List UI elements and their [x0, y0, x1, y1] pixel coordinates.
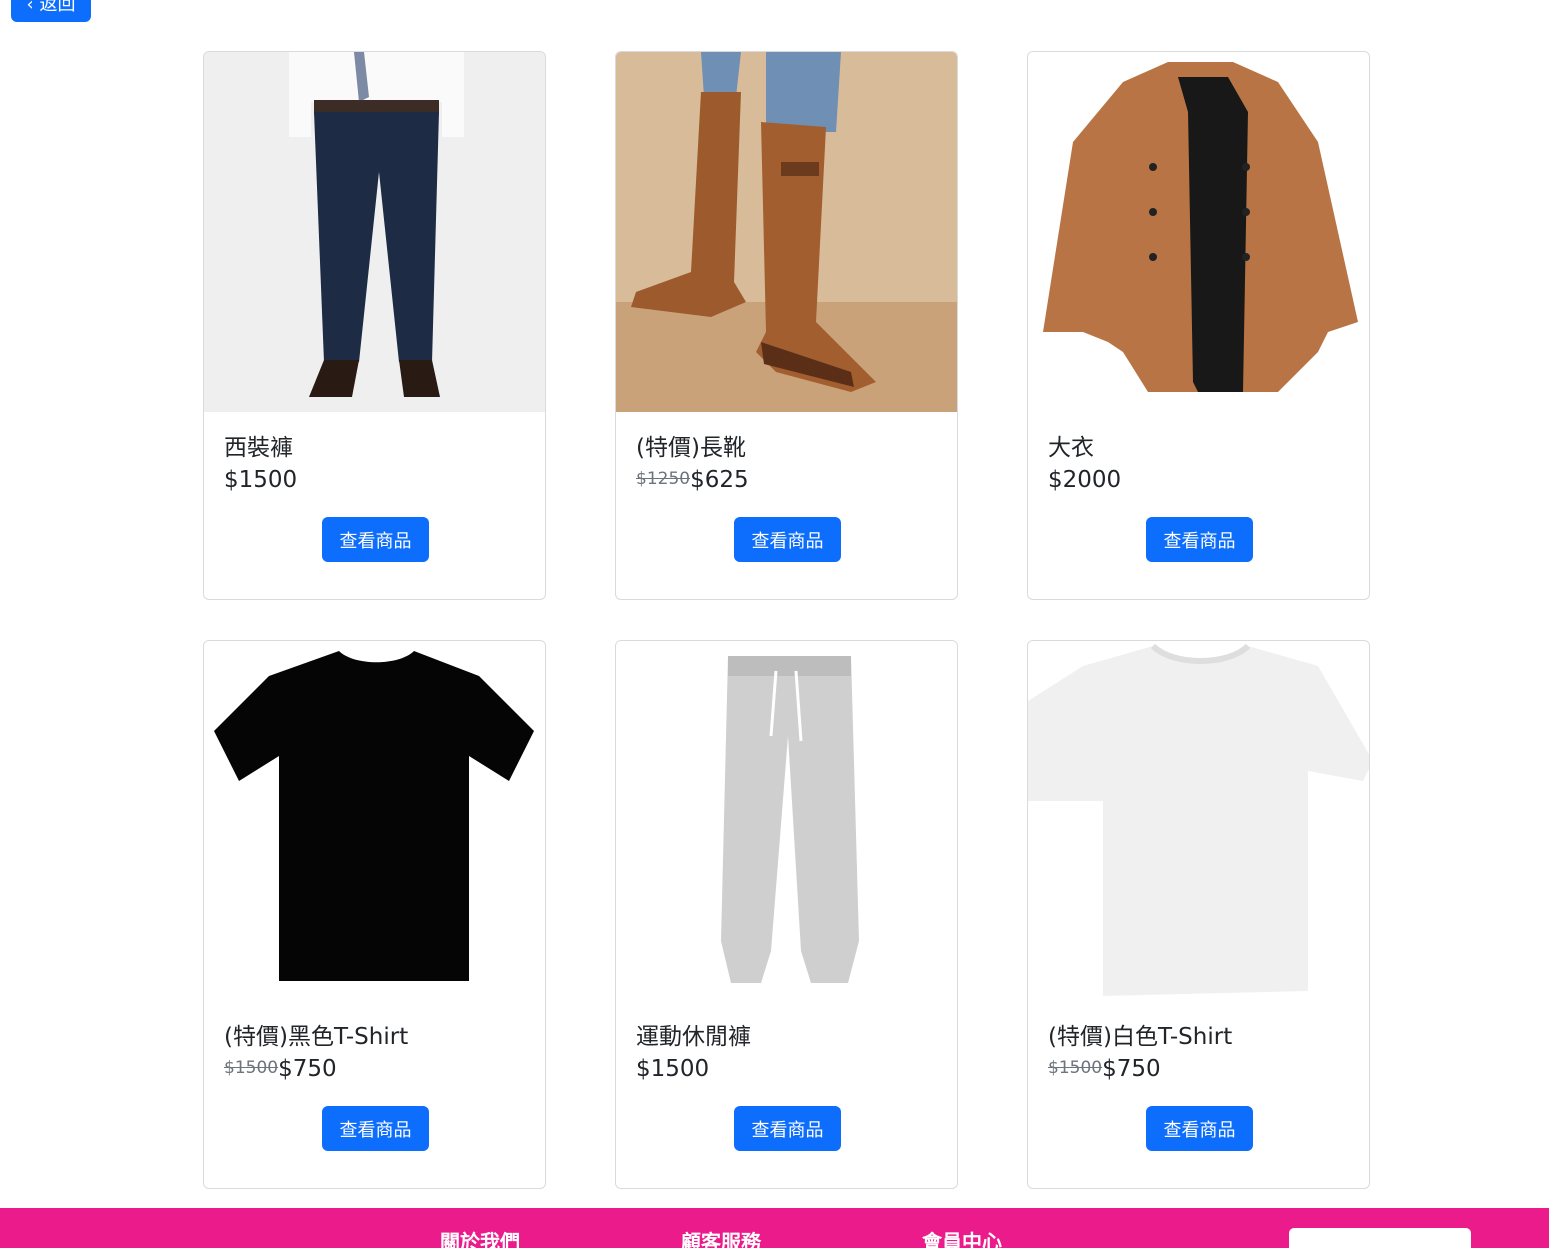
- original-price: $1500: [1048, 1058, 1103, 1078]
- product-price-line: $1500: [224, 467, 297, 493]
- original-price: $1500: [224, 1058, 279, 1078]
- product-card: 西裝褲 $1500 查看商品: [203, 51, 546, 600]
- footer-link-service[interactable]: 顧客服務: [681, 1226, 761, 1255]
- product-title: 運動休閒褲: [636, 1024, 751, 1050]
- product-price: $1500: [224, 467, 298, 493]
- product-image[interactable]: [1028, 641, 1369, 1001]
- view-product-button[interactable]: 查看商品: [322, 517, 429, 562]
- product-price: $750: [1102, 1056, 1161, 1082]
- product-title: 大衣: [1048, 435, 1094, 461]
- footer: 關於我們 顧客服務 會員中心: [0, 1208, 1549, 1258]
- product-title: 西裝褲: [224, 435, 293, 461]
- view-product-button[interactable]: 查看商品: [734, 1106, 841, 1151]
- product-price: $2000: [1048, 467, 1122, 493]
- footer-search-box[interactable]: [1289, 1228, 1471, 1258]
- product-card: 運動休閒褲 $1500 查看商品: [615, 640, 958, 1189]
- product-price-line: $2000: [1048, 467, 1121, 493]
- product-image[interactable]: [204, 52, 545, 412]
- product-price-line: $1500$750: [224, 1056, 337, 1082]
- product-card: (特價)白色T-Shirt $1500$750 查看商品: [1027, 640, 1370, 1189]
- product-card: (特價)長靴 $1250$625 查看商品: [615, 51, 958, 600]
- view-product-button[interactable]: 查看商品: [1146, 1106, 1253, 1151]
- product-card: (特價)黑色T-Shirt $1500$750 查看商品: [203, 640, 546, 1189]
- product-title: (特價)白色T-Shirt: [1048, 1024, 1233, 1050]
- view-product-button[interactable]: 查看商品: [322, 1106, 429, 1151]
- product-title: (特價)長靴: [636, 435, 746, 461]
- original-price: $1250: [636, 469, 691, 489]
- product-image[interactable]: [204, 641, 545, 1001]
- product-card: 大衣 $2000 查看商品: [1027, 51, 1370, 600]
- back-button[interactable]: ‹ 返回: [11, 0, 91, 22]
- product-title: (特價)黑色T-Shirt: [224, 1024, 409, 1050]
- view-product-button[interactable]: 查看商品: [734, 517, 841, 562]
- footer-link-about[interactable]: 關於我們: [440, 1226, 520, 1255]
- footer-link-member[interactable]: 會員中心: [922, 1226, 1002, 1255]
- view-product-button[interactable]: 查看商品: [1146, 517, 1253, 562]
- product-price-line: $1250$625: [636, 467, 749, 493]
- product-price-line: $1500: [636, 1056, 709, 1082]
- product-price: $625: [690, 467, 749, 493]
- product-price: $750: [278, 1056, 337, 1082]
- product-price: $1500: [636, 1056, 710, 1082]
- product-price-line: $1500$750: [1048, 1056, 1161, 1082]
- product-image[interactable]: [1028, 52, 1369, 412]
- product-image[interactable]: [616, 641, 957, 1001]
- product-image[interactable]: [616, 52, 957, 412]
